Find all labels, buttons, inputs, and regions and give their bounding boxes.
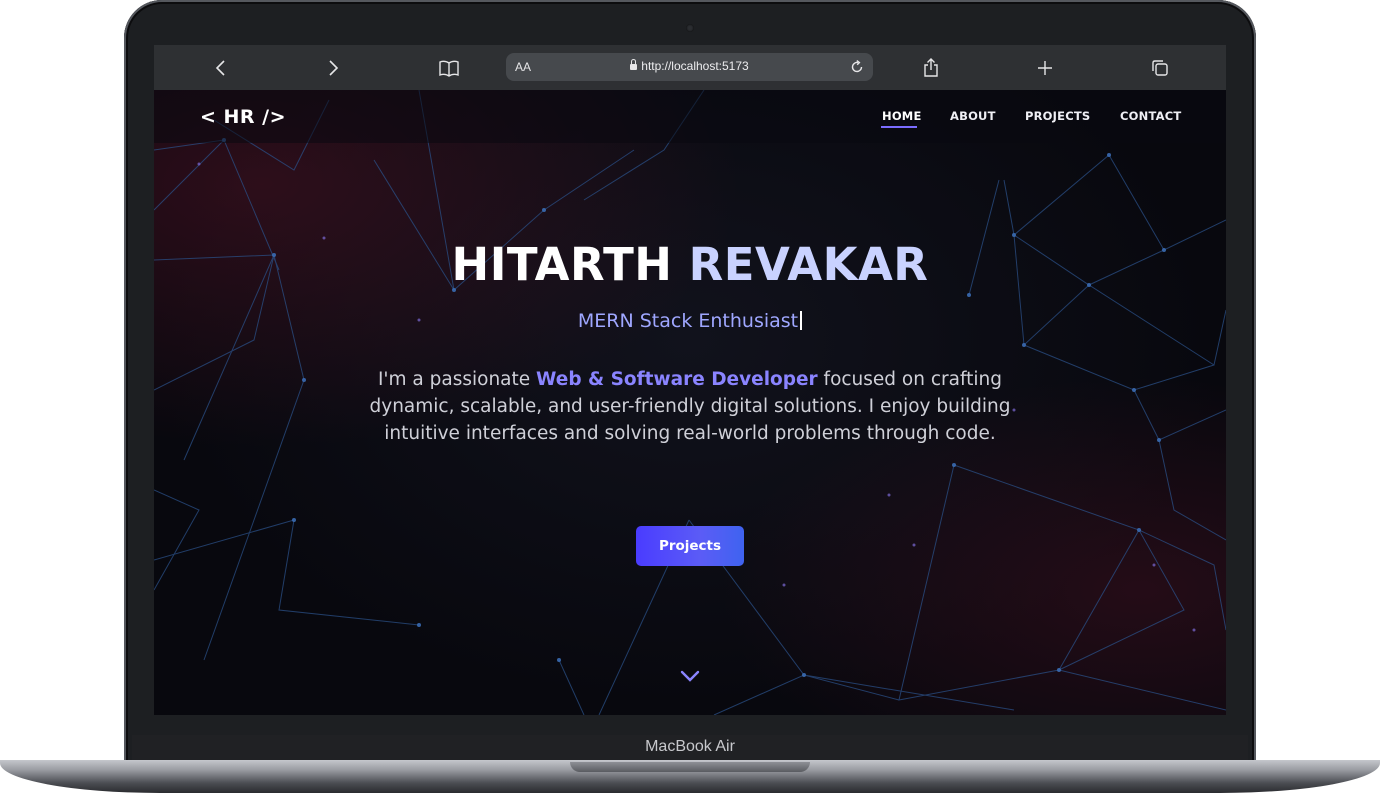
site-navbar: < HR /> HOME ABOUT PROJECTS CONTACT xyxy=(154,90,1226,143)
nav-contact[interactable]: CONTACT xyxy=(1120,109,1181,123)
forward-button[interactable] xyxy=(314,45,354,90)
share-icon xyxy=(924,57,938,77)
hero-name-first: HITARTH xyxy=(451,238,673,291)
hero-name-last: REVAKAR xyxy=(688,238,929,291)
tabs-icon xyxy=(1152,59,1168,76)
new-tab-button[interactable] xyxy=(1025,45,1065,90)
laptop-hinge-notch xyxy=(570,762,810,772)
camera-icon xyxy=(686,24,694,32)
plus-icon xyxy=(1038,60,1052,75)
typing-cursor xyxy=(800,311,803,330)
hero-title: HITARTH REVAKAR xyxy=(154,238,1226,291)
url-text: http://localhost:5173 xyxy=(641,59,749,73)
device-label: MacBook Air xyxy=(645,738,735,755)
chevron-right-icon xyxy=(329,59,339,76)
lock-icon xyxy=(630,59,638,70)
chevron-down-icon xyxy=(680,670,700,682)
nav-projects[interactable]: PROJECTS xyxy=(1025,109,1090,123)
hero-subtitle: MERN Stack Enthusiast xyxy=(154,308,1226,332)
hero-desc-pre: I'm a passionate xyxy=(377,369,537,390)
hero-desc-highlight: Web & Software Developer xyxy=(536,369,818,390)
url-display: http://localhost:5173 xyxy=(506,59,873,73)
website: < HR /> HOME ABOUT PROJECTS CONTACT HITA… xyxy=(154,90,1226,715)
tabs-button[interactable] xyxy=(1140,45,1180,90)
address-bar[interactable]: AA http://localhost:5173 xyxy=(506,53,873,81)
reload-button[interactable] xyxy=(847,57,867,77)
hero-subtitle-text: MERN Stack Enthusiast xyxy=(577,310,799,332)
scroll-down-button[interactable] xyxy=(679,668,701,684)
chevron-left-icon xyxy=(215,59,225,76)
book-icon xyxy=(439,60,459,77)
site-logo[interactable]: < HR /> xyxy=(200,106,286,128)
share-button[interactable] xyxy=(911,45,951,90)
back-button[interactable] xyxy=(200,45,240,90)
reload-icon xyxy=(851,60,863,73)
hero-description: I'm a passionate Web & Software Develope… xyxy=(360,366,1020,447)
projects-button[interactable]: Projects xyxy=(636,526,744,566)
screen: AA http://localhost:5173 < HR /> HOME AB… xyxy=(154,45,1226,715)
nav-home[interactable]: HOME xyxy=(882,109,922,123)
browser-toolbar: AA http://localhost:5173 xyxy=(154,45,1226,90)
bookmarks-button[interactable] xyxy=(429,45,469,90)
nav-about[interactable]: ABOUT xyxy=(950,109,996,123)
nav-active-indicator xyxy=(881,126,917,128)
